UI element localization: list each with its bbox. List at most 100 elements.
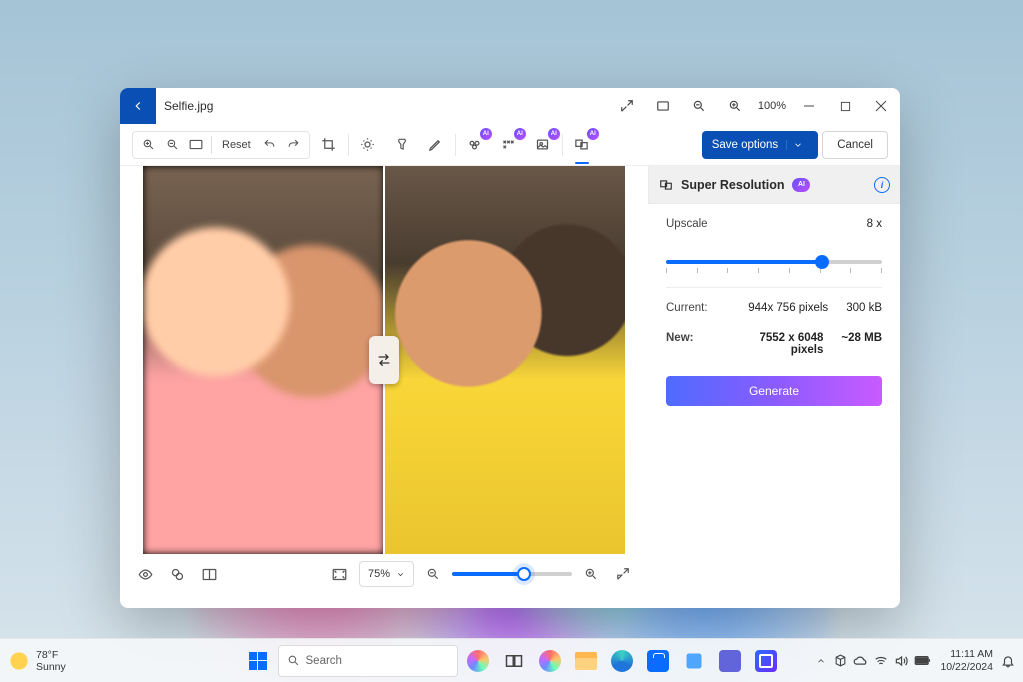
system-tray[interactable] — [834, 654, 932, 667]
chevron-down-icon — [396, 570, 405, 579]
taskbar-app-teams[interactable] — [714, 645, 746, 677]
photos-editor-window: Selfie.jpg 100% Reset — [120, 88, 900, 608]
minimize-button[interactable] — [792, 89, 826, 123]
canvas-zoom-slider[interactable] — [452, 572, 572, 576]
current-size: 300 kB — [846, 302, 882, 314]
fullscreen-icon[interactable] — [610, 561, 636, 587]
super-resolution-icon — [659, 178, 673, 192]
editor-toolbar: Reset Save options Cancel — [120, 124, 900, 166]
canvas-pane: 75% — [120, 166, 648, 608]
taskbar-clock[interactable]: 11:11 AM 10/22/2024 — [940, 648, 993, 672]
new-metric: New: 7552 x 6048 pixels ~28 MB — [666, 328, 882, 360]
new-size: ~28 MB — [841, 332, 882, 356]
after-image — [384, 166, 625, 554]
new-label: New: — [666, 332, 724, 356]
canvas-zoom-dropdown[interactable]: 75% — [359, 561, 414, 587]
current-metric: Current: 944x 756 pixels 300 kB — [666, 298, 882, 318]
new-dimensions: 7552 x 6048 pixels — [724, 332, 841, 356]
taskbar-app-photos[interactable] — [750, 645, 782, 677]
before-image — [143, 166, 384, 554]
taskbar-app-edge[interactable] — [606, 645, 638, 677]
taskbar-app-generic[interactable] — [678, 645, 710, 677]
taskbar-app-store[interactable] — [642, 645, 674, 677]
taskbar-app-copilot2[interactable] — [534, 645, 566, 677]
image-canvas[interactable] — [143, 166, 625, 554]
maximize-button[interactable] — [828, 89, 862, 123]
notifications-icon[interactable] — [1001, 654, 1015, 668]
ai-badge-icon — [548, 128, 560, 140]
erase-tool-icon[interactable] — [460, 131, 490, 159]
remove-bg-icon[interactable] — [494, 131, 524, 159]
wifi-icon — [874, 655, 888, 667]
zoom-in-title-icon[interactable] — [718, 89, 752, 123]
cube-icon — [834, 654, 847, 667]
markup-icon[interactable] — [421, 131, 451, 159]
upscale-slider[interactable] — [666, 260, 882, 264]
search-placeholder: Search — [306, 655, 342, 667]
undo-icon[interactable] — [259, 134, 281, 156]
upscale-value: 8 x — [867, 218, 882, 230]
start-button[interactable] — [242, 645, 274, 677]
clock-date: 10/22/2024 — [940, 661, 993, 673]
chevron-down-icon[interactable] — [786, 140, 808, 150]
cancel-button[interactable]: Cancel — [822, 131, 888, 159]
split-view-icon[interactable] — [196, 561, 222, 587]
search-icon — [287, 654, 300, 667]
taskbar-search[interactable]: Search — [278, 645, 458, 677]
close-button[interactable] — [864, 89, 898, 123]
ai-badge-icon — [514, 128, 526, 140]
zoom-in-canvas-icon[interactable] — [578, 561, 604, 587]
battery-icon — [914, 655, 932, 666]
generate-button[interactable]: Generate — [666, 376, 882, 406]
temperature: 78°F — [36, 649, 66, 661]
volume-icon — [894, 655, 908, 667]
taskbar: 78°F Sunny Search 11:11 AM 10/22/2024 — [0, 638, 1023, 682]
zoom-out-title-icon[interactable] — [682, 89, 716, 123]
tray-chevron-up-icon[interactable] — [816, 656, 826, 666]
canvas-zoom-value: 75% — [368, 568, 390, 580]
fit-icon[interactable] — [646, 89, 680, 123]
zoom-out-icon[interactable] — [161, 134, 183, 156]
expand-icon[interactable] — [610, 89, 644, 123]
weather-widget[interactable]: 78°F Sunny — [8, 649, 66, 673]
taskbar-app-taskview[interactable] — [498, 645, 530, 677]
save-options-button[interactable]: Save options — [702, 131, 819, 159]
comparison-handle[interactable] — [369, 336, 399, 384]
layers-icon[interactable] — [164, 561, 190, 587]
onedrive-icon — [853, 655, 868, 667]
clock-time: 11:11 AM — [940, 648, 993, 660]
visibility-icon[interactable] — [132, 561, 158, 587]
crop-tool-icon[interactable] — [314, 131, 344, 159]
filter-icon[interactable] — [387, 131, 417, 159]
back-button[interactable] — [120, 88, 156, 124]
redo-icon[interactable] — [283, 134, 305, 156]
adjust-light-icon[interactable] — [353, 131, 383, 159]
reset-button[interactable]: Reset — [216, 139, 257, 151]
canvas-footer: 75% — [128, 554, 640, 594]
panel-header: Super Resolution i — [648, 166, 900, 204]
current-dimensions: 944x 756 pixels — [724, 302, 846, 314]
zoom-in-icon[interactable] — [137, 134, 159, 156]
ai-badge-icon — [480, 128, 492, 140]
zoom-out-canvas-icon[interactable] — [420, 561, 446, 587]
file-name: Selfie.jpg — [164, 99, 213, 113]
title-bar: Selfie.jpg 100% — [120, 88, 900, 124]
taskbar-app-copilot[interactable] — [462, 645, 494, 677]
sun-icon — [8, 650, 30, 672]
arrow-left-icon — [376, 357, 392, 369]
upscale-label: Upscale — [666, 218, 708, 230]
title-zoom-percent: 100% — [754, 100, 790, 112]
blur-bg-icon[interactable] — [528, 131, 558, 159]
taskbar-app-explorer[interactable] — [570, 645, 602, 677]
zoom-reset-group: Reset — [132, 131, 310, 159]
super-resolution-tool-icon[interactable] — [567, 131, 597, 159]
weather-text: Sunny — [36, 661, 66, 673]
workspace: 75% Super Resolution i Upsc — [120, 166, 900, 608]
current-label: Current: — [666, 302, 724, 314]
info-icon[interactable]: i — [874, 177, 890, 193]
panel-title: Super Resolution — [681, 178, 784, 192]
fit-screen-icon[interactable] — [327, 561, 353, 587]
actual-size-icon[interactable] — [185, 134, 207, 156]
super-resolution-panel: Super Resolution i Upscale 8 x Current: — [648, 166, 900, 608]
ai-badge-icon — [792, 178, 810, 192]
